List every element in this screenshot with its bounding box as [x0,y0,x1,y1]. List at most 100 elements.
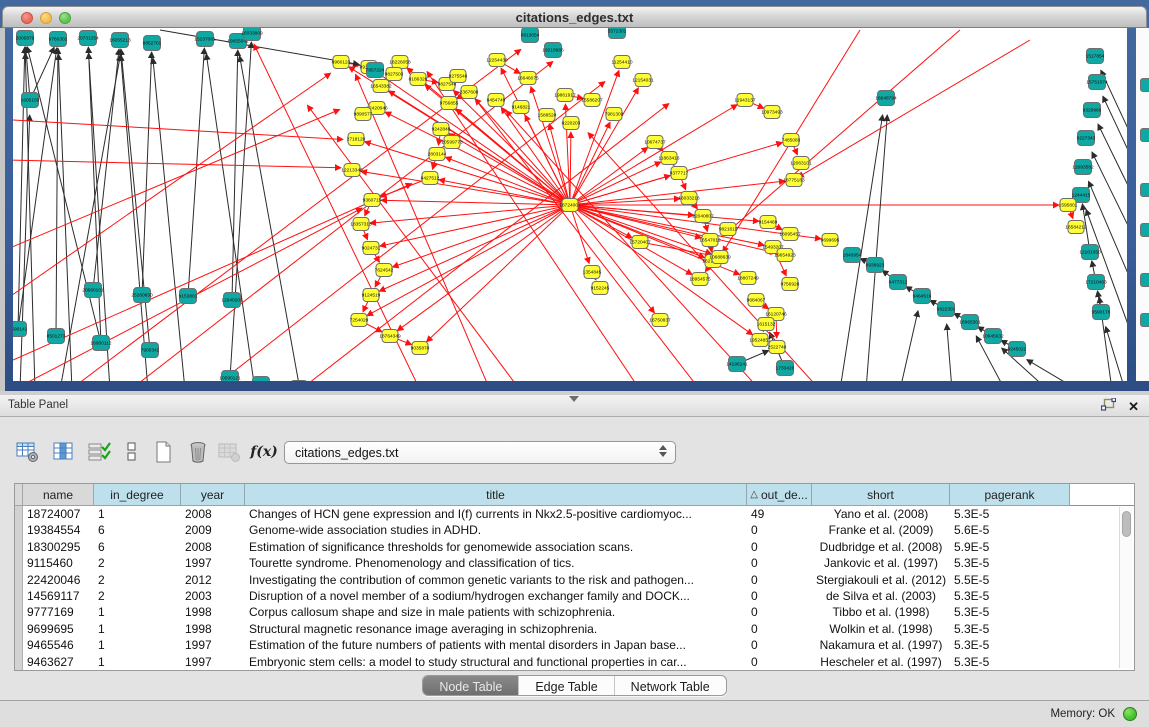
graph-edge[interactable] [60,55,120,381]
cell-pagerank[interactable]: 5.3E-5 [950,654,1070,670]
column-header-short[interactable]: short [812,484,950,506]
cell-out_degree[interactable]: 0 [747,572,812,588]
cell-pagerank[interactable]: 5.3E-5 [950,588,1070,604]
column-header-out_degree[interactable]: △out_de... [747,484,812,506]
window-titlebar[interactable]: citations_edges.txt [2,6,1147,28]
column-header-title[interactable]: title [245,484,747,506]
cell-name[interactable]: 9465546 [23,637,94,653]
cell-short[interactable]: Stergiakouli et al. (2012) [812,572,950,588]
cell-pagerank[interactable]: 5.3E-5 [950,555,1070,571]
cell-name[interactable]: 9115460 [23,555,94,571]
cell-name[interactable]: 18300295 [23,539,94,555]
memory-status-icon[interactable] [1123,707,1137,721]
cell-in_degree[interactable]: 2 [94,555,181,571]
table-row[interactable]: 1938455462009Genome-wide association stu… [15,522,1134,538]
column-header-name[interactable]: name [23,484,94,506]
cell-title[interactable]: Structural magnetic resonance image aver… [245,621,747,637]
cell-short[interactable]: de Silva et al. (2003) [812,588,950,604]
cell-in_degree[interactable]: 1 [94,506,181,522]
cell-short[interactable]: Hescheler et al. (1997) [812,654,950,670]
table-row[interactable]: 911546021997Tourette syndrome. Phenomeno… [15,555,1134,571]
row-height-icon[interactable] [118,439,146,465]
graph-edge[interactable] [89,53,110,381]
cell-title[interactable]: Changes of HCN gene expression and I(f) … [245,506,747,522]
cell-pagerank[interactable]: 5.3E-5 [950,637,1070,653]
cell-pagerank[interactable]: 5.3E-5 [950,621,1070,637]
graph-edge[interactable] [240,56,300,381]
tab-network-table[interactable]: Network Table [615,676,726,695]
graph-edge[interactable] [640,242,711,255]
graph-edge[interactable] [379,205,570,291]
cell-in_degree[interactable]: 1 [94,621,181,637]
cell-title[interactable]: Corpus callosum shape and size in male p… [245,604,747,620]
graph-edge[interactable] [153,58,185,381]
network-select-dropdown[interactable]: citations_edges.txt [284,441,676,464]
graph-edge[interactable] [1106,327,1125,381]
cell-short[interactable]: Nakamura et al. (1997) [812,637,950,653]
table-row[interactable]: 946554611997Estimation of the future num… [15,637,1134,653]
graph-edge[interactable] [13,160,341,168]
vertical-scrollbar[interactable] [1119,507,1132,668]
graph-node[interactable] [291,381,308,382]
graph-node-partial[interactable] [1140,313,1149,327]
table-row[interactable]: 2242004622012Investigating the contribut… [15,572,1134,588]
graph-node-partial[interactable] [1140,128,1149,142]
graph-edge[interactable] [20,115,30,381]
scrollbar-thumb[interactable] [1122,511,1131,537]
float-window-icon[interactable] [1101,398,1116,416]
column-header-pagerank[interactable]: pagerank [950,484,1070,506]
table-row[interactable]: 1456911722003Disruption of a novel membe… [15,588,1134,604]
cell-in_degree[interactable]: 1 [94,654,181,670]
graph-edge[interactable] [427,205,570,342]
table-row[interactable]: 977716911998Corpus callosum shape and si… [15,604,1134,620]
cell-short[interactable]: Wolkin et al. (1998) [812,621,950,637]
cell-name[interactable]: 14569117 [23,588,94,604]
table-row[interactable]: 1830029562008Estimation of significance … [15,539,1134,555]
cell-in_degree[interactable]: 6 [94,539,181,555]
cell-out_degree[interactable]: 0 [747,555,812,571]
cell-name[interactable]: 19384554 [23,522,94,538]
cell-year[interactable]: 1997 [181,555,245,571]
cell-pagerank[interactable]: 5.9E-5 [950,539,1070,555]
cell-title[interactable]: Disruption of a novel member of a sodium… [245,588,747,604]
cell-out_degree[interactable]: 0 [747,621,812,637]
cell-out_degree[interactable]: 0 [747,637,812,653]
graph-edge[interactable] [1103,96,1127,180]
cell-out_degree[interactable]: 0 [747,604,812,620]
cell-pagerank[interactable]: 5.3E-5 [950,604,1070,620]
graph-node-partial[interactable] [1140,78,1149,92]
cell-short[interactable]: Dudbridge et al. (2008) [812,539,950,555]
cell-year[interactable]: 2008 [181,506,245,522]
cell-name[interactable]: 9699695 [23,621,94,637]
graph-node-partial[interactable] [1140,223,1149,237]
graph-edge[interactable] [570,132,571,205]
graph-node-partial[interactable] [1140,183,1149,197]
cell-title[interactable]: Tourette syndrome. Phenomenology and cla… [245,555,747,571]
graph-edge[interactable] [900,311,918,381]
cell-out_degree[interactable]: 49 [747,506,812,522]
cell-pagerank[interactable]: 5.6E-5 [950,522,1070,538]
graph-edge[interactable] [570,105,737,205]
cell-title[interactable]: Embryonic stem cells: a model to study s… [245,654,747,670]
column-header-year[interactable]: year [181,484,245,506]
cell-short[interactable]: Franke et al. (2009) [812,522,950,538]
cell-year[interactable]: 2008 [181,539,245,555]
cell-short[interactable]: Jankovic et al. (1997) [812,555,950,571]
select-rows-icon[interactable] [86,439,114,465]
cell-name[interactable]: 9463627 [23,654,94,670]
table-row[interactable]: 946362711997Embryonic stem cells: a mode… [15,654,1134,670]
tab-edge-table[interactable]: Edge Table [519,676,614,695]
cell-title[interactable]: Investigating the contribution of common… [245,572,747,588]
cell-out_degree[interactable]: 0 [747,654,812,670]
splitter-caret-icon[interactable] [569,396,579,402]
graph-edge[interactable] [798,40,1030,177]
show-columns-icon[interactable] [50,439,78,465]
close-panel-icon[interactable]: ✕ [1128,400,1139,414]
cell-title[interactable]: Estimation of the future numbers of pati… [245,637,747,653]
graph-edge[interactable] [56,48,58,336]
cell-pagerank[interactable]: 5.3E-5 [950,506,1070,522]
cell-pagerank[interactable]: 5.5E-5 [950,572,1070,588]
cell-year[interactable]: 1998 [181,621,245,637]
cell-out_degree[interactable]: 0 [747,588,812,604]
cell-short[interactable]: Yano et al. (2008) [812,506,950,522]
